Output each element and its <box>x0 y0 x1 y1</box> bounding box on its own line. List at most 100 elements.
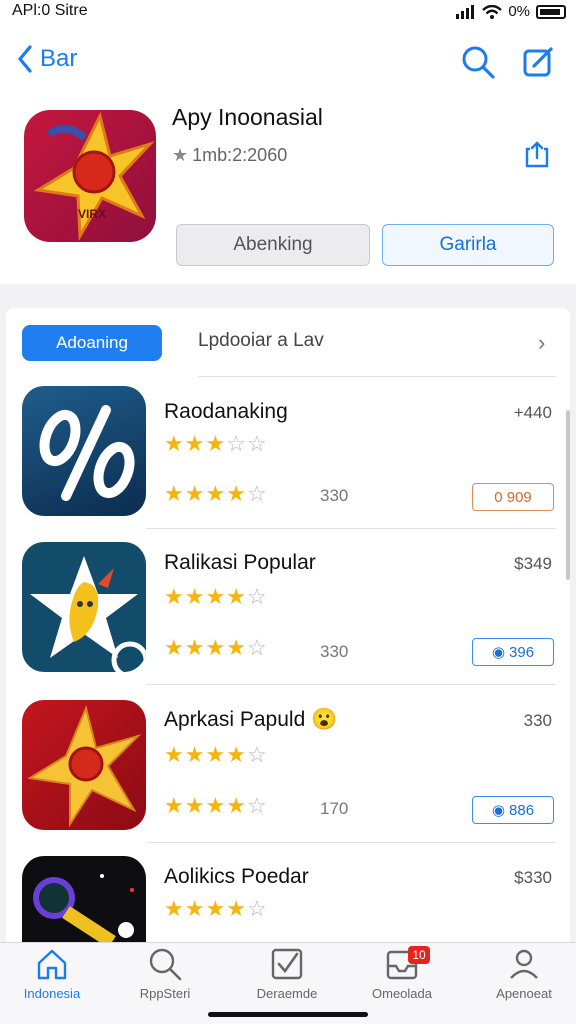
tab-label: RppSteri <box>139 986 191 1001</box>
back-label: Bar <box>40 45 78 72</box>
star-filled-icon: ★ <box>184 635 206 660</box>
app-name[interactable]: Raodanaking <box>164 400 288 424</box>
compose-icon[interactable] <box>520 44 556 80</box>
star-face-icon <box>30 556 146 672</box>
star-rating-bottom: ★★★★☆ <box>164 637 268 659</box>
app-title: Apy Inoonasial <box>172 104 323 130</box>
star-filled-icon: ★ <box>164 742 185 767</box>
tab-indonesia[interactable]: Indonesia <box>2 946 102 1001</box>
scrollbar[interactable] <box>566 410 570 580</box>
star-empty-icon: ☆ <box>226 431 247 456</box>
app-icon-space[interactable] <box>22 856 146 942</box>
get-button[interactable]: ◉ 396 <box>472 638 554 666</box>
get-button[interactable]: ◉ 886 <box>472 796 554 824</box>
status-carrier: APl:0 Sitre <box>12 2 88 19</box>
app-name[interactable]: Aolikics Poedar <box>164 865 309 889</box>
action-button-primary[interactable]: Abenking <box>176 224 370 266</box>
battery-icon <box>536 4 566 19</box>
star-filled-icon: ★ <box>205 481 227 506</box>
app-icon-star[interactable] <box>22 542 146 672</box>
tab-omeolada[interactable]: 10 Omeolada <box>352 946 452 1001</box>
star-filled-icon: ★ <box>205 793 227 818</box>
star-empty-icon: ☆ <box>246 481 268 506</box>
tab-apenoeat[interactable]: Apenoeat <box>474 946 574 1001</box>
app-name[interactable]: Aprkasi Papuld 😮 <box>164 708 337 732</box>
star-icon: ★ <box>172 145 189 165</box>
tab-label: Apenoeat <box>496 986 552 1001</box>
download-icon: ◉ <box>491 802 506 819</box>
star-empty-icon: ☆ <box>246 584 268 609</box>
app-price: 330 <box>523 711 552 730</box>
divider <box>146 528 556 529</box>
star-rating-top: ★★★☆☆ <box>164 433 268 455</box>
checkbox-icon <box>271 948 303 980</box>
divider <box>146 684 556 685</box>
burst-star-icon <box>27 704 142 828</box>
app-icon-burst[interactable] <box>22 700 146 830</box>
star-filled-icon: ★ <box>184 481 206 506</box>
star-filled-icon: ★ <box>226 742 247 767</box>
review-count: 330 <box>320 486 349 505</box>
status-indicators: 0% <box>456 3 566 20</box>
filter-chip[interactable]: Adoaning <box>22 325 162 361</box>
star-filled-icon: ★ <box>205 635 227 660</box>
star-filled-icon: ★ <box>205 742 227 767</box>
app-rating: ★ 1mb:2:2060 <box>172 145 287 166</box>
action-button-secondary[interactable]: Garirla <box>382 224 554 266</box>
star-filled-icon: ★ <box>164 431 185 456</box>
emoji: 😮 <box>311 708 338 731</box>
app-name[interactable]: Ralikasi Popular <box>164 551 316 575</box>
get-button-label: 396 <box>509 643 535 661</box>
notification-badge: 10 <box>408 946 430 964</box>
star-filled-icon: ★ <box>164 793 185 818</box>
star-filled-icon: ★ <box>164 635 185 660</box>
search-icon[interactable] <box>460 44 496 80</box>
get-button[interactable]: 0 909 <box>472 483 554 511</box>
star-rating-top: ★★★★☆ <box>164 586 268 608</box>
star-filled-icon: ★ <box>205 431 227 456</box>
star-empty-icon: ☆ <box>246 431 268 456</box>
signal-icon <box>456 4 475 19</box>
star-filled-icon: ★ <box>184 793 206 818</box>
star-filled-icon: ★ <box>226 481 247 506</box>
star-filled-icon: ★ <box>184 584 206 609</box>
review-count: 330 <box>320 642 349 661</box>
star-filled-icon: ★ <box>226 584 247 609</box>
back-button[interactable]: Bar <box>16 44 77 74</box>
star-filled-icon: ★ <box>226 635 247 660</box>
star-empty-icon: ☆ <box>246 635 268 660</box>
star-empty-icon: ☆ <box>246 742 268 767</box>
tab-deraemde[interactable]: Deraemde <box>237 946 337 1001</box>
percent-icon <box>39 405 135 501</box>
app-icon[interactable]: VIRX <box>24 110 156 242</box>
star-rating-bottom: ★★★★☆ <box>164 483 268 505</box>
star-rating-top: ★★★★☆ <box>164 744 268 766</box>
chevron-right-icon[interactable]: › <box>538 330 545 356</box>
star-filled-icon: ★ <box>184 742 206 767</box>
star-rating-top: ★★★★☆ <box>164 898 268 920</box>
app-price: +440 <box>513 403 552 422</box>
magnifier-space-icon <box>33 874 134 942</box>
star-filled-icon: ★ <box>184 431 206 456</box>
star-filled-icon: ★ <box>184 896 206 921</box>
section-title: Lpdooiar a Lav <box>198 330 324 351</box>
star-filled-icon: ★ <box>226 793 247 818</box>
star-empty-icon: ☆ <box>246 793 268 818</box>
profile-icon <box>510 949 538 979</box>
star-filled-icon: ★ <box>205 584 227 609</box>
share-icon[interactable] <box>522 140 552 170</box>
star-filled-icon: ★ <box>205 896 227 921</box>
tab-rppsteri[interactable]: RppSteri <box>115 946 215 1001</box>
app-price: $330 <box>514 868 552 887</box>
star-rating-bottom: ★★★★☆ <box>164 795 268 817</box>
divider <box>198 376 556 377</box>
app-icon-percent[interactable] <box>22 386 146 516</box>
divider <box>146 842 556 843</box>
home-icon <box>37 949 67 980</box>
home-indicator[interactable] <box>208 1012 368 1017</box>
get-button-label: 0 909 <box>494 488 532 506</box>
star-empty-icon: ☆ <box>246 896 268 921</box>
star-logo-icon: VIRX <box>33 111 155 242</box>
review-count: 170 <box>320 799 349 818</box>
star-filled-icon: ★ <box>164 896 185 921</box>
